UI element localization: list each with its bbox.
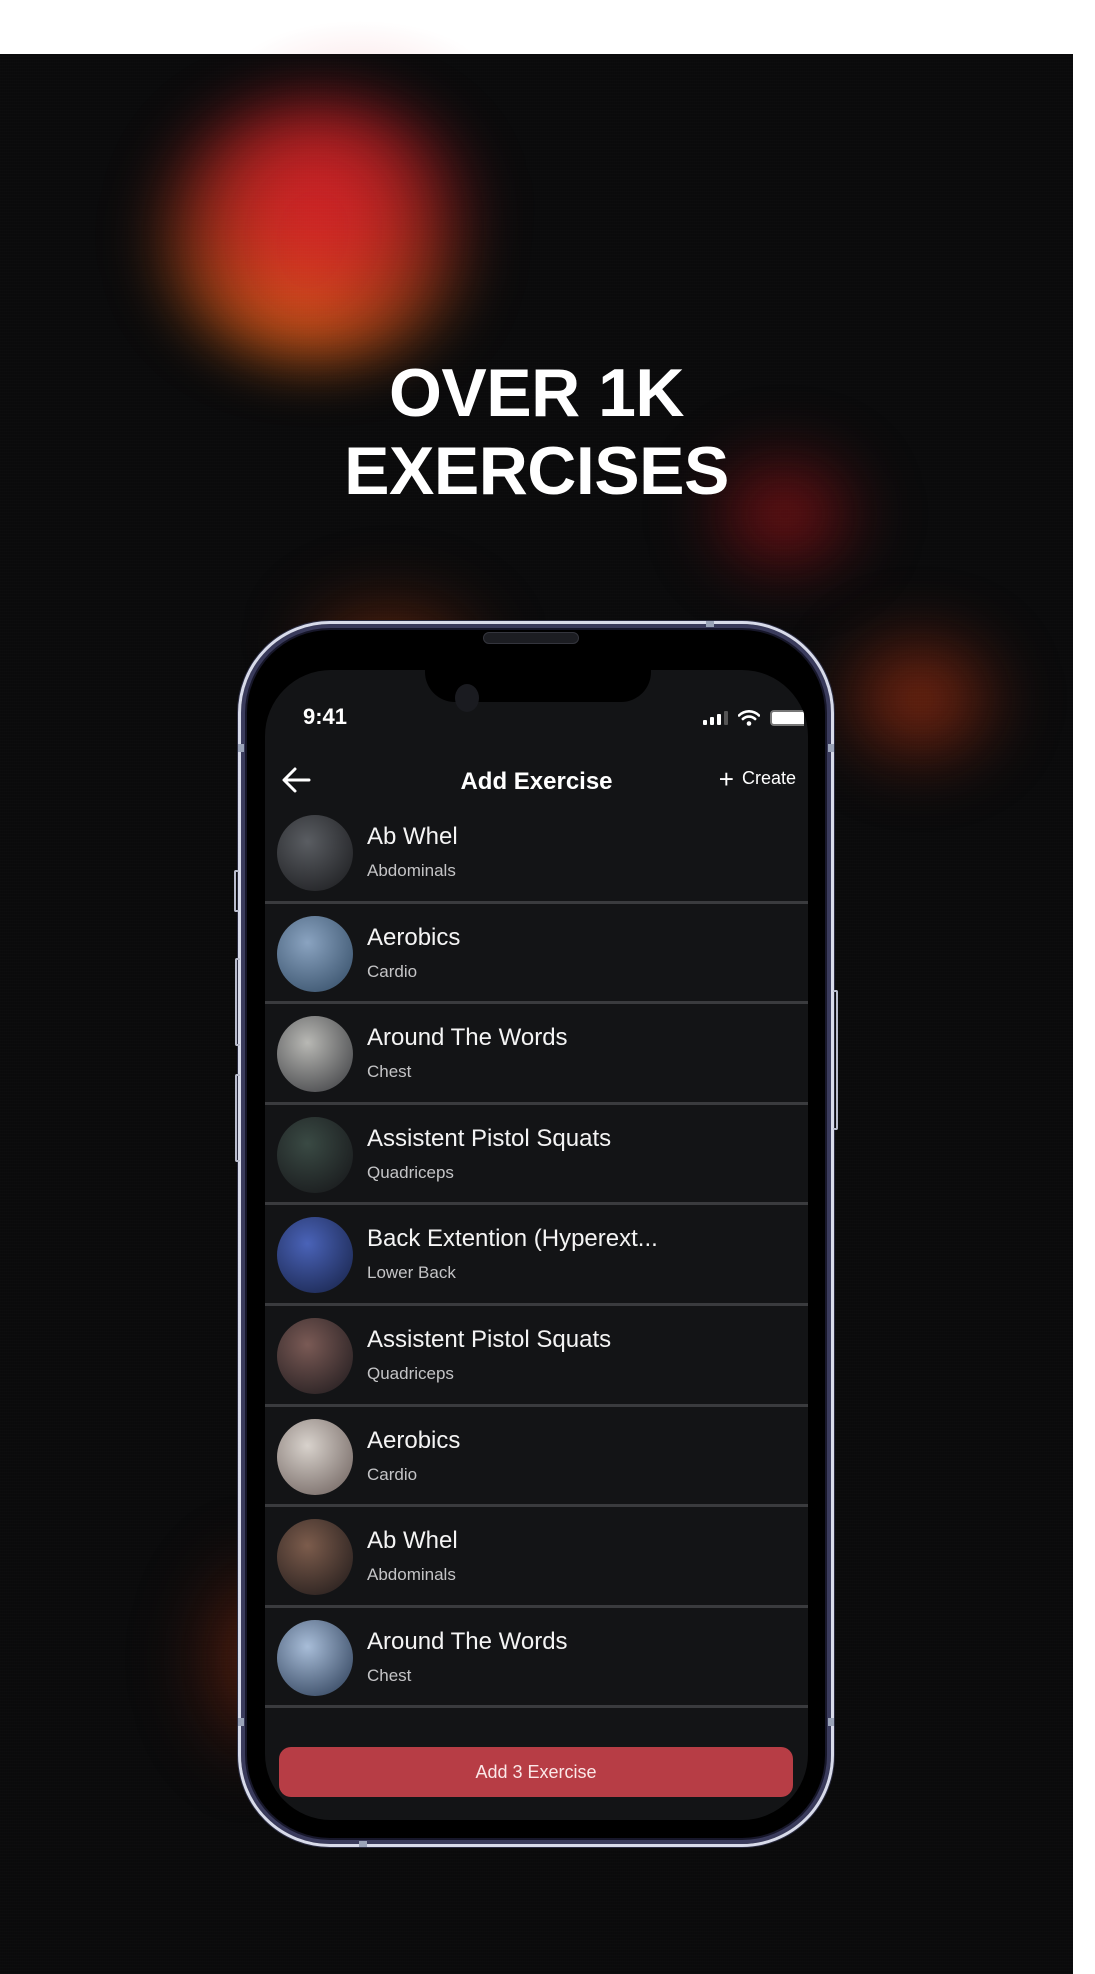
exercise-thumbnail — [277, 1217, 353, 1294]
phone-power-button — [833, 990, 838, 1130]
exercise-thumbnail — [277, 1619, 353, 1696]
exercise-muscle-group: Chest — [367, 1665, 412, 1685]
antenna-line — [359, 1841, 367, 1847]
exercise-list-item[interactable]: Ab Whel Abdominals — [265, 1507, 808, 1608]
exercise-name: Aerobics — [367, 1426, 461, 1454]
promo-background-panel: OVER 1K EXERCISES 9:41 Add Exercise + Cr… — [0, 54, 1073, 1974]
glow-orange-red — [150, 94, 490, 364]
create-label: Create — [741, 768, 796, 788]
exercise-thumbnail — [277, 1116, 353, 1193]
earpiece-speaker — [483, 632, 579, 644]
phone-volume-up — [235, 958, 240, 1046]
exercise-list-item[interactable]: Assistent Pistol Squats Quadriceps — [265, 1105, 808, 1206]
exercise-list: Ab Whel Abdominals Aerobics Cardio Around Th… — [265, 803, 808, 1709]
antenna-line — [828, 1718, 834, 1726]
exercise-name: Aerobics — [367, 923, 461, 951]
exercise-list-item[interactable]: Around The Words Chest — [265, 1004, 808, 1105]
antenna-line — [238, 744, 244, 752]
antenna-line — [238, 1718, 244, 1726]
exercise-name: Assistent Pistol Squats — [367, 1325, 612, 1353]
wifi-icon — [738, 710, 760, 726]
exercise-name: Back Extention (Hyperext... — [367, 1225, 658, 1253]
promo-headline: OVER 1K EXERCISES — [0, 354, 1073, 510]
exercise-thumbnail — [277, 1418, 353, 1495]
battery-icon — [770, 710, 804, 726]
exercise-list-item[interactable]: Aerobics Cardio — [265, 1407, 808, 1508]
exercise-thumbnail — [277, 1317, 353, 1394]
exercise-name: Around The Words — [367, 1627, 568, 1655]
plus-icon: + — [718, 763, 734, 794]
add-exercises-button[interactable]: Add 3 Exercise — [279, 1747, 793, 1797]
nav-bar: Add Exercise + Create — [265, 756, 808, 806]
status-icons — [703, 710, 804, 726]
exercise-name: Ab Whel — [367, 823, 458, 850]
exercise-muscle-group: Cardio — [367, 961, 418, 981]
exercise-list-item[interactable]: Assistent Pistol Squats Quadriceps — [265, 1306, 808, 1407]
exercise-name: Ab Whel — [367, 1527, 458, 1555]
status-bar: 9:41 — [265, 670, 808, 730]
exercise-list-item[interactable]: Aerobics Cardio — [265, 904, 808, 1005]
cellular-signal-icon — [703, 711, 728, 725]
exercise-list-item[interactable]: Back Extention (Hyperext... Lower Back — [265, 1205, 808, 1306]
exercise-muscle-group: Cardio — [367, 1464, 418, 1484]
status-time: 9:41 — [303, 704, 348, 729]
app-screen: 9:41 Add Exercise + Create Ab Whel Abdom… — [265, 670, 808, 1820]
exercise-muscle-group: Abdominals — [367, 1565, 456, 1585]
exercise-list-item[interactable]: Around The Words Chest — [265, 1608, 808, 1709]
exercise-muscle-group: Abdominals — [367, 861, 456, 880]
exercise-muscle-group: Lower Back — [367, 1263, 456, 1283]
exercise-name: Around The Words — [367, 1024, 568, 1052]
exercise-thumbnail — [277, 1519, 353, 1596]
exercise-thumbnail — [277, 815, 353, 891]
headline-line-1: OVER 1K — [388, 355, 685, 431]
create-button[interactable]: + Create — [718, 763, 796, 794]
exercise-thumbnail — [277, 1016, 353, 1093]
exercise-muscle-group: Quadriceps — [367, 1363, 454, 1383]
headline-line-2: EXERCISES — [344, 433, 729, 509]
antenna-line — [706, 621, 714, 627]
glow-orange-right — [820, 614, 1020, 784]
phone-silent-switch — [234, 870, 239, 912]
phone-volume-down — [235, 1074, 240, 1162]
phone-mockup: 9:41 Add Exercise + Create Ab Whel Abdom… — [234, 621, 838, 1847]
exercise-thumbnail — [277, 915, 353, 992]
exercise-muscle-group: Quadriceps — [367, 1162, 454, 1182]
exercise-muscle-group: Chest — [367, 1062, 412, 1082]
exercise-name: Assistent Pistol Squats — [367, 1124, 612, 1152]
exercise-list-item[interactable]: Ab Whel Abdominals — [265, 803, 808, 904]
antenna-line — [828, 744, 834, 752]
